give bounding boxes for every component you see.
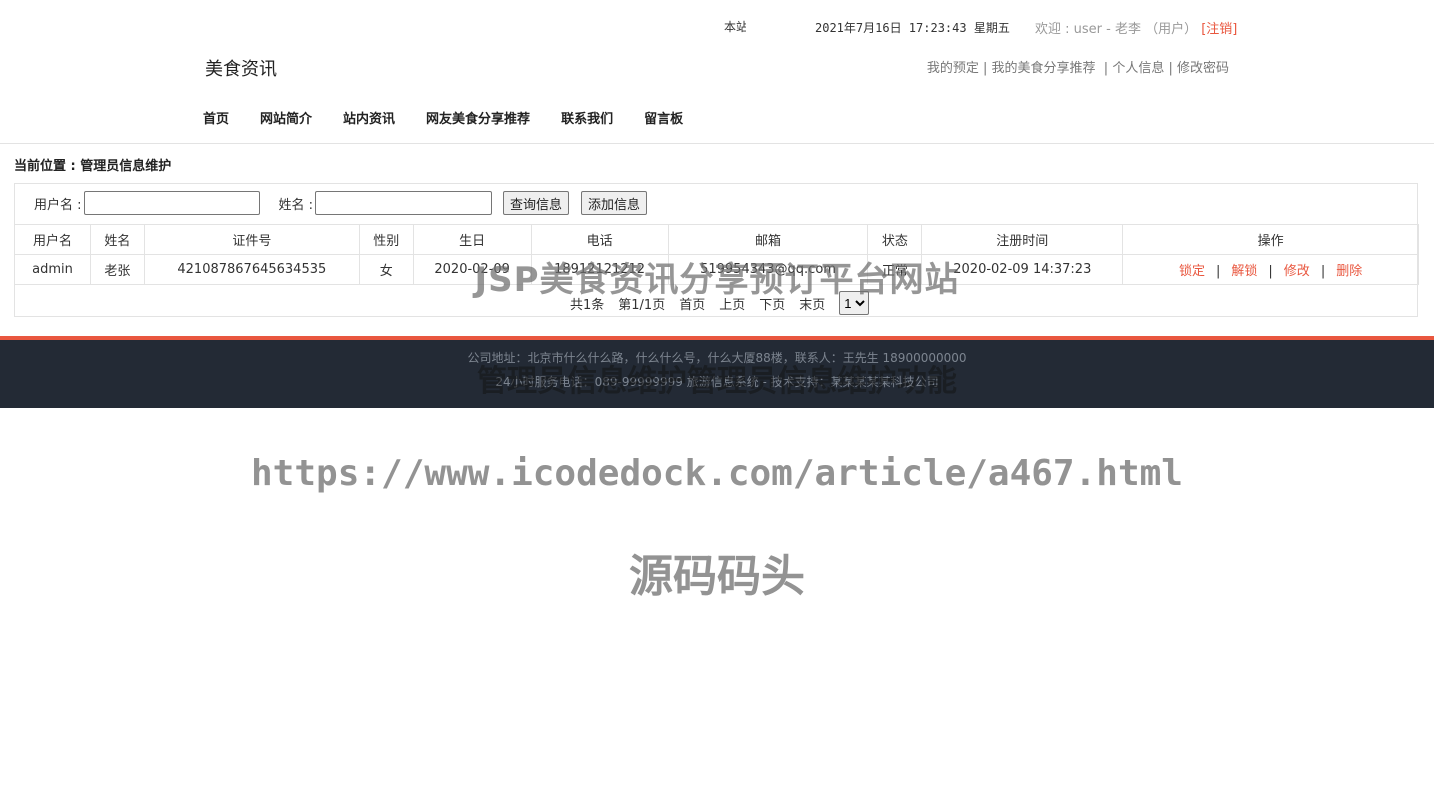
column-header: 操作 [1122, 224, 1419, 255]
my-reservations-link[interactable]: 我的预定 [927, 61, 979, 76]
current-datetime: 2021年7月16日 17:23:43 星期五 [815, 21, 1010, 35]
nav-contact[interactable]: 联系我们 [561, 108, 613, 127]
watermark-brand: 源码码头 [629, 551, 805, 602]
column-header: 生日 [412, 224, 532, 255]
nav-divider [0, 143, 1434, 144]
nav-message-board[interactable]: 留言板 [644, 108, 683, 127]
watermark-url: https://www.icodedock.com/article/a467.h… [251, 453, 1183, 494]
column-header: 邮箱 [667, 224, 869, 255]
name-input[interactable] [315, 191, 493, 215]
user-links: 我的预定 | 我的美食分享推荐 | 个人信息 | 修改密码 [927, 57, 1229, 76]
main-nav: 首页 网站简介 站内资讯 网友美食分享推荐 联系我们 留言板 [203, 108, 714, 127]
column-header: 注册时间 [921, 224, 1124, 255]
nav-home[interactable]: 首页 [203, 108, 229, 127]
username-label: 用户名 : [34, 197, 82, 213]
change-password-link[interactable]: 修改密码 [1177, 61, 1229, 76]
nav-news[interactable]: 站内资讯 [343, 108, 395, 127]
nav-about[interactable]: 网站简介 [260, 108, 312, 127]
table-header-row: 用户名 姓名 证件号 性别 生日 电话 邮箱 状态 注册时间 操作 [14, 224, 1419, 255]
welcome-area: 欢迎 : user - 老李 （用户） [注销] [1035, 18, 1237, 37]
separator: | [1099, 61, 1113, 76]
search-form: 用户名 : 姓名 : 查询信息 添加信息 [34, 191, 659, 215]
watermark-title: JSP美食资讯分享预订平台网站 [474, 260, 960, 300]
top-marquee-text: 本站 [724, 20, 746, 34]
separator: | [1168, 61, 1177, 76]
add-button[interactable]: 添加信息 [581, 191, 648, 215]
nav-food-share[interactable]: 网友美食分享推荐 [426, 108, 530, 127]
my-food-share-link[interactable]: 我的美食分享推荐 [992, 61, 1096, 76]
logout-link[interactable]: [注销] [1201, 22, 1237, 37]
personal-info-link[interactable]: 个人信息 [1112, 61, 1164, 76]
breadcrumb: 当前位置 : 管理员信息维护 [14, 159, 172, 174]
watermark-feature: 管理员信息维护管理员信息维护功能 [477, 364, 957, 399]
column-header: 性别 [358, 224, 414, 255]
welcome-text: 欢迎 : user - 老李 （用户） [1035, 22, 1198, 37]
username-input[interactable] [83, 191, 260, 215]
name-label: 姓名 : [278, 197, 314, 213]
site-title: 美食资讯 [205, 59, 277, 80]
column-header: 状态 [867, 224, 923, 255]
column-header: 证件号 [143, 224, 360, 255]
separator: | [982, 61, 992, 76]
column-header: 用户名 [14, 224, 91, 255]
column-header: 姓名 [89, 224, 145, 255]
query-button[interactable]: 查询信息 [503, 191, 570, 215]
column-header: 电话 [530, 224, 669, 255]
